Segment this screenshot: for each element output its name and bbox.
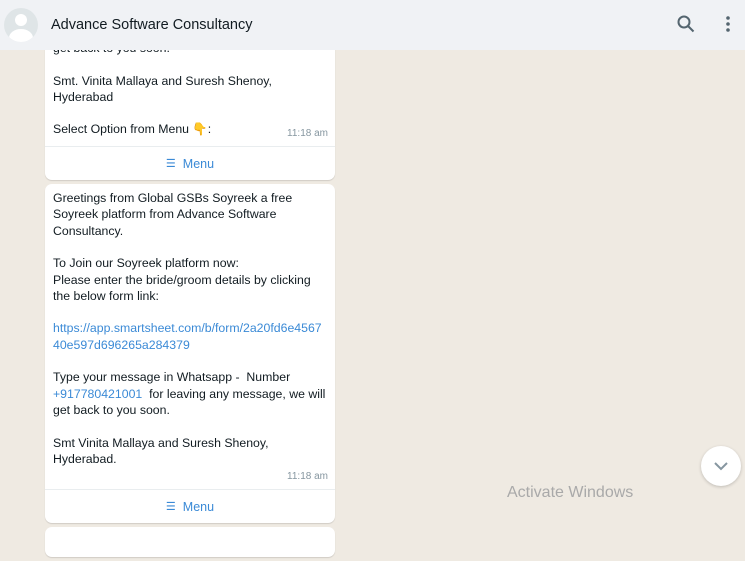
message-bubble	[45, 527, 335, 558]
message-list: get back to you soon. Smt. Vinita Mallay…	[45, 34, 335, 561]
menu-button[interactable]: ☰ Menu	[45, 489, 335, 523]
search-icon[interactable]	[677, 15, 695, 33]
chat-header: Advance Software Consultancy	[0, 0, 745, 50]
chevron-down-icon	[714, 461, 728, 470]
message-text: get back to you soon. Smt. Vinita Mallay…	[53, 41, 272, 137]
phone-link[interactable]: +917780421001	[53, 387, 142, 401]
menu-kebab-icon[interactable]	[725, 15, 731, 33]
scroll-down-button[interactable]	[701, 446, 741, 486]
avatar[interactable]	[4, 8, 38, 42]
form-link[interactable]: https://app.smartsheet.com/b/form/2a20fd…	[53, 321, 322, 351]
text: Greetings from Global GSBs Soyreek a fre…	[53, 191, 311, 303]
chat-title[interactable]: Advance Software Consultancy	[51, 17, 253, 33]
message-bubble: Greetings from Global GSBs Soyreek a fre…	[45, 184, 335, 524]
message-text: Greetings from Global GSBs Soyreek a fre…	[53, 190, 327, 467]
message-time: 11:18 am	[287, 471, 328, 483]
menu-label: Menu	[182, 499, 215, 514]
list-icon: ☰	[165, 501, 176, 514]
list-icon: ☰	[165, 158, 176, 171]
text: Type your message in Whatsapp - Number	[53, 370, 291, 385]
activate-windows-watermark: Activate Windows	[507, 484, 634, 501]
menu-label: Menu	[182, 156, 215, 171]
message-bubble: get back to you soon. Smt. Vinita Mallay…	[45, 34, 335, 181]
menu-button[interactable]: ☰ Menu	[45, 146, 335, 180]
